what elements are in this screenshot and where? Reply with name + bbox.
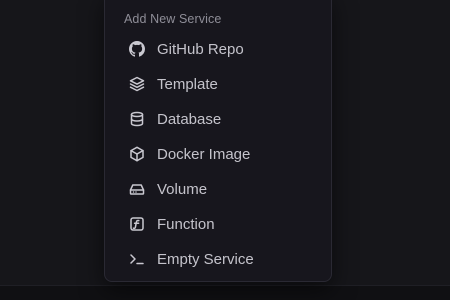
menu-header: Add New Service <box>124 12 222 26</box>
layers-icon <box>128 75 146 93</box>
menu-item-database[interactable]: Database <box>111 103 325 135</box>
menu-item-label: Function <box>157 215 215 233</box>
menu-item-label: Volume <box>157 180 208 198</box>
menu-item-label: Database <box>157 110 222 128</box>
menu-item-label: Template <box>157 75 218 93</box>
hard-drive-icon <box>128 180 146 198</box>
terminal-icon <box>128 250 146 268</box>
database-icon <box>128 110 146 128</box>
add-service-menu: Add New Service GitHub Repo Template Dat… <box>104 0 332 282</box>
menu-item-label: Docker Image <box>157 145 251 163</box>
menu-item-github-repo[interactable]: GitHub Repo <box>111 33 325 65</box>
github-icon <box>128 40 146 58</box>
menu-item-docker-image[interactable]: Docker Image <box>111 138 325 170</box>
menu-item-label: Empty Service <box>157 250 254 268</box>
menu-item-empty-service[interactable]: Empty Service <box>111 243 325 275</box>
bottom-bar <box>0 285 450 300</box>
menu-item-template[interactable]: Template <box>111 68 325 100</box>
menu-item-label: GitHub Repo <box>157 40 244 58</box>
box-icon <box>128 145 146 163</box>
menu-item-function[interactable]: Function <box>111 208 325 240</box>
menu-item-volume[interactable]: Volume <box>111 173 325 205</box>
function-icon <box>128 215 146 233</box>
